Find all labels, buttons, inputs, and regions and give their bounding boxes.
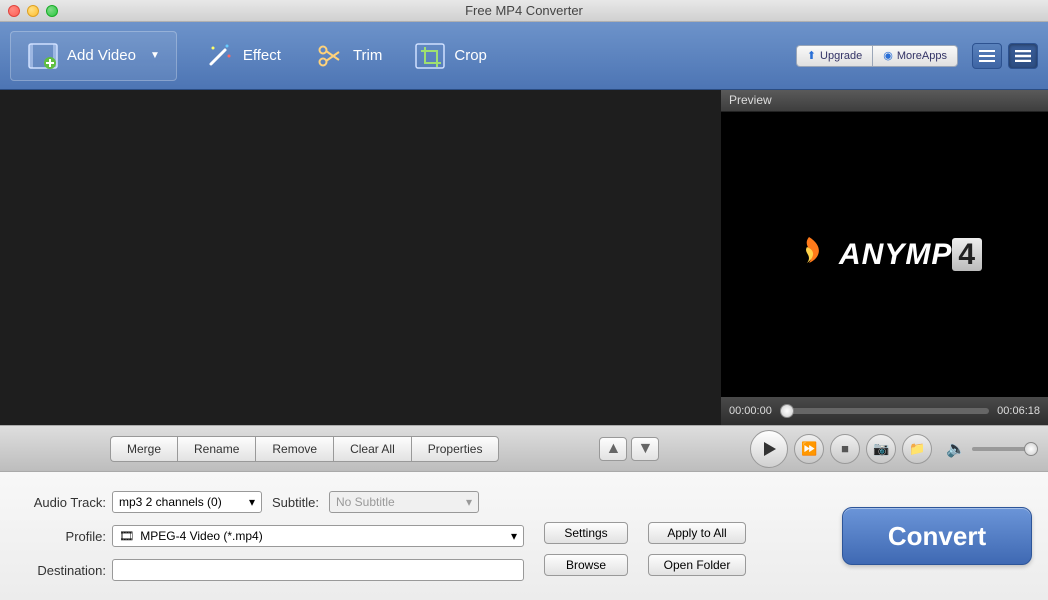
effect-button[interactable]: Effect — [187, 32, 297, 80]
audio-track-label: Audio Track: — [16, 495, 106, 510]
upgrade-button[interactable]: ⬆ Upgrade — [796, 45, 872, 67]
profile-select[interactable]: 🎞 MPEG-4 Video (*.mp4) ▾ — [112, 525, 524, 547]
play-icon — [761, 441, 777, 457]
fast-forward-button[interactable]: ⏩ — [794, 434, 824, 464]
time-current: 00:00:00 — [729, 405, 772, 417]
convert-button[interactable]: Convert — [842, 507, 1032, 565]
settings-form: Audio Track: mp3 2 channels (0) ▾ Subtit… — [16, 490, 524, 582]
action-bar: Merge Rename Remove Clear All Properties… — [0, 425, 1048, 472]
arrow-up-icon: ▲ — [606, 440, 622, 458]
flame-icon — [787, 233, 831, 277]
more-apps-label: MoreApps — [897, 50, 947, 62]
subtitle-select[interactable]: No Subtitle ▾ — [329, 491, 479, 513]
preview-header: Preview — [721, 90, 1048, 112]
subtitle-label: Subtitle: — [272, 495, 319, 510]
video-format-icon: 🎞 — [119, 529, 134, 543]
fast-forward-icon: ⏩ — [801, 441, 817, 457]
open-folder-button[interactable]: Open Folder — [648, 554, 746, 576]
time-total: 00:06:18 — [997, 405, 1040, 417]
brand-text: ANYMP4 — [839, 238, 982, 272]
crop-label: Crop — [454, 47, 487, 64]
merge-button[interactable]: Merge — [110, 436, 177, 462]
preview-panel: Preview ANYMP4 00:00:00 00:06:18 — [721, 90, 1048, 425]
hamburger-icon — [1015, 50, 1031, 62]
destination-input[interactable] — [112, 559, 524, 581]
magic-wand-icon — [203, 40, 235, 72]
brand-logo: ANYMP4 — [787, 233, 982, 277]
profile-value: MPEG-4 Video (*.mp4) — [140, 529, 263, 543]
reorder-buttons: ▲ ▼ — [599, 437, 659, 461]
snapshot-button[interactable]: 📷 — [866, 434, 896, 464]
properties-button[interactable]: Properties — [411, 436, 500, 462]
view-mode-group — [972, 43, 1038, 69]
speaker-icon: 🔈 — [946, 439, 966, 459]
stop-icon: ■ — [841, 441, 849, 456]
profile-label: Profile: — [16, 529, 106, 544]
arrow-down-icon: ▼ — [638, 440, 654, 458]
move-down-button[interactable]: ▼ — [631, 437, 659, 461]
menu-view-button[interactable] — [1008, 43, 1038, 69]
clear-all-button[interactable]: Clear All — [333, 436, 411, 462]
list-icon — [979, 50, 995, 62]
add-video-button[interactable]: Add Video ▼ — [10, 31, 177, 81]
audio-track-value: mp3 2 channels (0) — [119, 495, 222, 509]
circle-arrow-icon: ◉ — [883, 49, 893, 62]
convert-label: Convert — [888, 521, 986, 552]
add-video-icon — [27, 40, 59, 72]
stop-button[interactable]: ■ — [830, 434, 860, 464]
subtitle-value: No Subtitle — [336, 495, 395, 509]
upgrade-moreapps-group: ⬆ Upgrade ◉ MoreApps — [796, 45, 958, 67]
trim-button[interactable]: Trim — [297, 32, 398, 80]
timeline-slider[interactable] — [780, 408, 989, 414]
chevron-down-icon: ▼ — [150, 50, 160, 61]
remove-button[interactable]: Remove — [255, 436, 333, 462]
destination-label: Destination: — [16, 563, 106, 578]
volume-control: 🔈 — [946, 439, 1032, 459]
crop-button[interactable]: Crop — [398, 32, 503, 80]
apply-to-all-button[interactable]: Apply to All — [648, 522, 746, 544]
open-snapshot-folder-button[interactable]: 📁 — [902, 434, 932, 464]
camera-icon: 📷 — [873, 441, 889, 457]
settings-button[interactable]: Settings — [544, 522, 628, 544]
more-apps-button[interactable]: ◉ MoreApps — [872, 45, 958, 67]
preview-timeline: 00:00:00 00:06:18 — [721, 397, 1048, 425]
timeline-thumb[interactable] — [780, 404, 794, 418]
side-buttons: Settings Apply to All Browse Open Folder — [544, 490, 746, 582]
crop-icon — [414, 40, 446, 72]
play-button[interactable] — [750, 430, 788, 468]
close-window-button[interactable] — [8, 5, 20, 17]
volume-thumb[interactable] — [1024, 442, 1038, 456]
title-bar: Free MP4 Converter — [0, 0, 1048, 22]
scissors-icon — [313, 40, 345, 72]
rename-button[interactable]: Rename — [177, 436, 255, 462]
add-video-label: Add Video — [67, 47, 136, 64]
window-controls — [8, 5, 58, 17]
chevron-down-icon: ▾ — [249, 495, 255, 509]
main-area: Preview ANYMP4 00:00:00 00:06:18 — [0, 90, 1048, 425]
playback-controls: ⏩ ■ 📷 📁 🔈 — [750, 430, 1038, 468]
upload-icon: ⬆ — [807, 49, 816, 62]
trim-label: Trim — [353, 47, 382, 64]
zoom-window-button[interactable] — [46, 5, 58, 17]
output-settings: Audio Track: mp3 2 channels (0) ▾ Subtit… — [0, 472, 1048, 600]
effect-label: Effect — [243, 47, 281, 64]
browse-button[interactable]: Browse — [544, 554, 628, 576]
move-up-button[interactable]: ▲ — [599, 437, 627, 461]
list-actions: Merge Rename Remove Clear All Properties — [110, 436, 499, 462]
chevron-down-icon: ▾ — [511, 529, 517, 543]
folder-icon: 📁 — [909, 441, 925, 457]
audio-track-select[interactable]: mp3 2 channels (0) ▾ — [112, 491, 262, 513]
minimize-window-button[interactable] — [27, 5, 39, 17]
list-view-button[interactable] — [972, 43, 1002, 69]
preview-canvas: ANYMP4 — [721, 112, 1048, 397]
video-list-area[interactable] — [0, 90, 721, 425]
window-title: Free MP4 Converter — [465, 3, 583, 18]
chevron-down-icon: ▾ — [466, 495, 472, 509]
volume-slider[interactable] — [972, 447, 1032, 451]
main-toolbar: Add Video ▼ Effect Trim Crop ⬆ Upgrade ◉… — [0, 22, 1048, 90]
upgrade-label: Upgrade — [820, 50, 862, 62]
